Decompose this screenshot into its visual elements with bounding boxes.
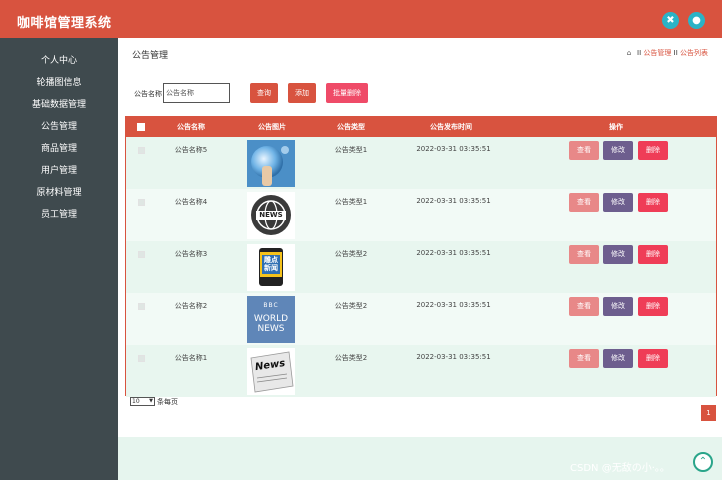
announcement-name: 公告名称4: [174, 198, 208, 206]
column-header-type: 公告类型: [337, 123, 365, 131]
announcement-time: 2022-03-31 03:35:51: [416, 353, 491, 361]
announcement-name: 公告名称1: [174, 354, 208, 362]
table-header: 公告名称 公告图片 公告类型 公告发布时间 操作: [126, 117, 716, 137]
announcement-type: 公告类型1: [334, 146, 368, 154]
column-header-image: 公告图片: [258, 123, 286, 131]
view-button[interactable]: 查看: [569, 245, 599, 264]
row-checkbox[interactable]: [138, 199, 145, 206]
watermark-text: CSDN @无敌の小·。。: [570, 463, 670, 474]
column-header-name: 公告名称: [177, 123, 205, 131]
table-row: 公告名称3 雕点 新闻 公告类型2 2022-03-31 03:35:51 查看…: [126, 241, 716, 293]
sidebar-item-materials[interactable]: 原材料管理: [0, 185, 118, 198]
sidebar-item-users[interactable]: 用户管理: [0, 163, 118, 176]
row-checkbox[interactable]: [138, 303, 145, 310]
sidebar-item-personal-center[interactable]: 个人中心: [0, 53, 118, 66]
breadcrumb-item-announcements[interactable]: 公告管理: [643, 49, 671, 57]
delete-button[interactable]: 删除: [638, 245, 668, 264]
search-label: 公告名称: [134, 90, 162, 98]
view-button[interactable]: 查看: [569, 141, 599, 160]
thumb-bbc-logo: BBC: [263, 302, 279, 309]
edit-button[interactable]: 修改: [603, 193, 633, 212]
announcement-time: 2022-03-31 03:35:51: [416, 301, 491, 309]
announcement-image-bbc-world-news: BBC WORLD NEWS: [247, 296, 295, 343]
sidebar: 个人中心 轮播图信息 基础数据管理 公告管理 商品管理 用户管理 原材料管理 员…: [0, 38, 118, 480]
add-button[interactable]: 添加: [288, 83, 316, 103]
app-title: 咖啡馆管理系统: [17, 16, 112, 31]
top-bar: 咖啡馆管理系统 ✖ ●: [0, 0, 722, 38]
delete-button[interactable]: 删除: [638, 349, 668, 368]
announcement-type: 公告类型2: [334, 354, 368, 362]
page-size-label: 条每页: [157, 398, 178, 406]
view-button[interactable]: 查看: [569, 349, 599, 368]
announcement-type: 公告类型2: [334, 250, 368, 258]
edit-button[interactable]: 修改: [603, 245, 633, 264]
announcement-name: 公告名称2: [174, 302, 208, 310]
column-header-time: 公告发布时间: [430, 123, 472, 131]
announcement-time: 2022-03-31 03:35:51: [416, 249, 491, 257]
row-checkbox[interactable]: [138, 251, 145, 258]
delete-button[interactable]: 删除: [638, 193, 668, 212]
table-row: 公告名称2 BBC WORLD NEWS 公告类型2 2022-03-31 03…: [126, 293, 716, 345]
sidebar-item-staff[interactable]: 员工管理: [0, 207, 118, 220]
thumb-hot-news-label: 雕点 新闻: [264, 256, 278, 272]
thumb-bbc-label: WORLD NEWS: [253, 314, 289, 334]
thumb-news-label: NEWS: [259, 211, 283, 219]
announcement-time: 2022-03-31 03:35:51: [416, 145, 491, 153]
announcement-name: 公告名称3: [174, 250, 208, 258]
tools-icon[interactable]: ✖: [662, 12, 679, 29]
user-icon[interactable]: ●: [688, 12, 705, 29]
page-button-current[interactable]: 1: [701, 405, 716, 421]
announcement-type: 公告类型2: [334, 302, 368, 310]
batch-delete-button[interactable]: 批量删除: [326, 83, 368, 103]
announcement-image-sphere: [247, 140, 295, 187]
view-button[interactable]: 查看: [569, 297, 599, 316]
page-title: 公告管理: [132, 51, 169, 61]
edit-button[interactable]: 修改: [603, 141, 633, 160]
chevron-down-icon: ▼: [149, 398, 153, 404]
announcement-type: 公告类型1: [334, 198, 368, 206]
table-row: 公告名称5 公告类型1 2022-03-31 03:35:51 查看 修改 删除: [126, 137, 716, 189]
breadcrumb-item-list[interactable]: 公告列表: [680, 49, 708, 57]
view-button[interactable]: 查看: [569, 193, 599, 212]
announcement-image-news-globe: NEWS: [247, 192, 295, 239]
sidebar-item-basic-data[interactable]: 基础数据管理: [0, 97, 118, 110]
delete-button[interactable]: 删除: [638, 141, 668, 160]
search-input[interactable]: [163, 83, 230, 103]
edit-button[interactable]: 修改: [603, 297, 633, 316]
sidebar-item-announcements[interactable]: 公告管理: [0, 119, 118, 132]
home-icon[interactable]: ⌂: [627, 49, 635, 57]
breadcrumb-separator: II: [637, 49, 642, 57]
announcement-image-hot-news: 雕点 新闻: [247, 244, 295, 291]
table-row: 公告名称4 NEWS 公告类型1 2022-03-31 03:35:51 查看 …: [126, 189, 716, 241]
announcement-time: 2022-03-31 03:35:51: [416, 197, 491, 205]
page-size-select[interactable]: 10 ▼: [130, 397, 155, 406]
announcement-name: 公告名称5: [174, 146, 208, 154]
sidebar-item-carousel[interactable]: 轮播图信息: [0, 75, 118, 88]
edit-button[interactable]: 修改: [603, 349, 633, 368]
query-button[interactable]: 查询: [250, 83, 278, 103]
announcement-image-newspaper: News: [247, 348, 295, 395]
select-all-checkbox[interactable]: [137, 123, 145, 131]
row-checkbox[interactable]: [138, 355, 145, 362]
delete-button[interactable]: 删除: [638, 297, 668, 316]
back-to-top-icon[interactable]: ⌃: [693, 452, 713, 472]
breadcrumb-separator: II: [673, 49, 678, 57]
breadcrumb: ⌂ II 公告管理 II 公告列表: [627, 48, 708, 58]
sidebar-item-products[interactable]: 商品管理: [0, 141, 118, 154]
announcement-table: 公告名称 公告图片 公告类型 公告发布时间 操作 公告名称5 公告类型1 202…: [125, 116, 717, 397]
row-checkbox[interactable]: [138, 147, 145, 154]
column-header-actions: 操作: [609, 123, 623, 131]
table-row: 公告名称1 News 公告类型2 2022-03-31 03:35:51 查看 …: [126, 345, 716, 397]
